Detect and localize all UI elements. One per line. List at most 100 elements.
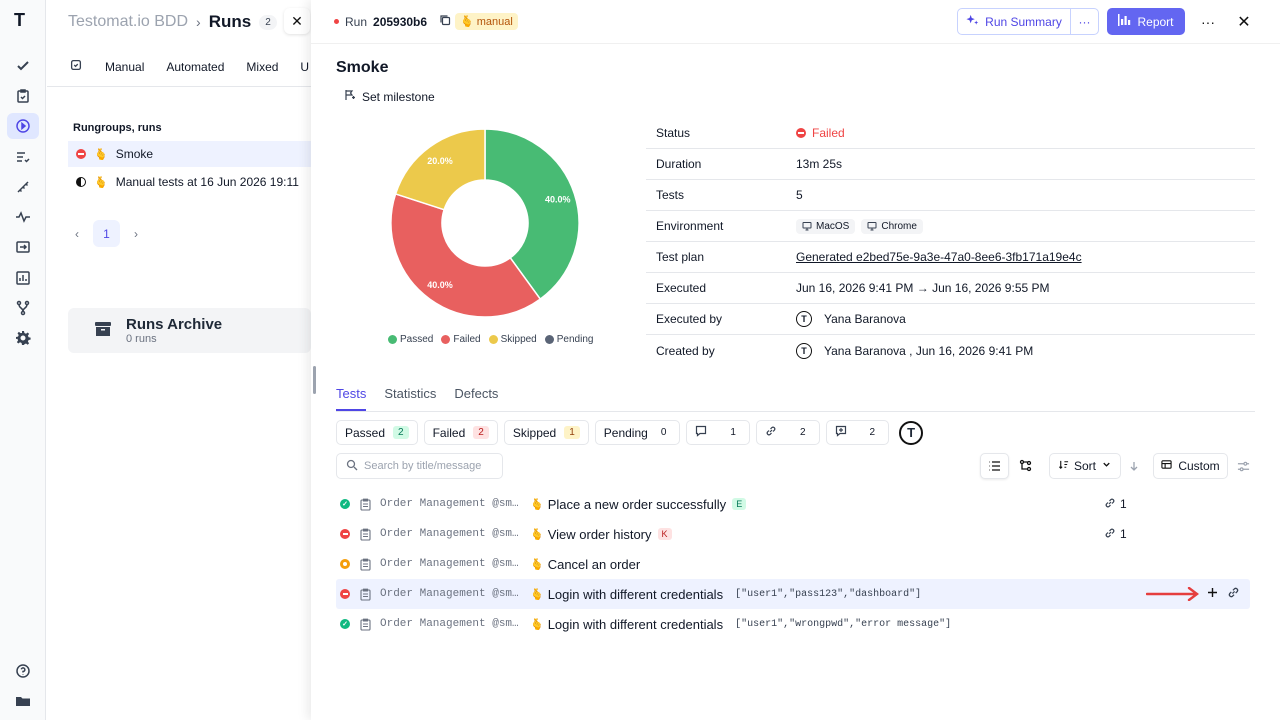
test-row[interactable]: Order Management @sm… 🫰 View order history…	[336, 519, 1250, 549]
user-filter-avatar[interactable]: T	[899, 420, 924, 445]
prev-page-icon[interactable]: ‹	[75, 227, 79, 241]
test-plan-link[interactable]: Generated e2bed75e-9a3e-47a0-8ee6-3fb171…	[796, 250, 1082, 264]
copy-icon[interactable]	[439, 14, 451, 29]
branch-icon[interactable]	[7, 295, 39, 321]
donut-slice-skipped[interactable]	[394, 128, 486, 211]
runs-list-panel: Testomat.io BDD › Runs 2 ✕ Manual Automa…	[47, 0, 311, 720]
legend-item-pending[interactable]: Pending	[544, 334, 593, 345]
legend-item-skipped[interactable]: Skipped	[488, 334, 537, 345]
clipboard-check-icon[interactable]	[7, 83, 39, 109]
breadcrumb-project[interactable]: Testomat.io BDD	[68, 13, 188, 31]
run-summary-label: Run Summary	[985, 14, 1062, 29]
bar-chart-icon[interactable]	[7, 265, 39, 291]
testomat-logo[interactable]: T	[14, 10, 32, 30]
import-icon[interactable]	[7, 234, 39, 260]
test-title[interactable]: Login with different credentials	[548, 587, 723, 602]
test-suite: Order Management @sm…	[380, 588, 519, 600]
filter-unknown[interactable]: U	[300, 60, 309, 74]
chip-pending[interactable]: Pending 0	[594, 420, 681, 445]
manual-sparkle-icon: 🫰	[530, 498, 544, 511]
info-row: Status Failed	[646, 118, 1255, 149]
passed-status-icon	[340, 499, 350, 509]
play-circle-icon[interactable]	[7, 113, 39, 139]
more-options-button[interactable]: ···	[1195, 8, 1221, 35]
sparkles-icon	[966, 14, 979, 30]
check-icon[interactable]	[7, 53, 39, 79]
chip-links[interactable]: 2	[755, 420, 820, 445]
custom-view-button[interactable]: Custom	[1153, 453, 1228, 479]
page-number[interactable]: 1	[93, 220, 120, 247]
link-icon[interactable]	[1227, 586, 1240, 602]
run-name: Smoke	[115, 147, 154, 161]
add-icon[interactable]	[1206, 586, 1219, 602]
filter-mixed[interactable]: Mixed	[246, 60, 278, 74]
filter-automated[interactable]: Automated	[166, 60, 224, 74]
close-icon[interactable]: ✕	[284, 8, 310, 34]
list-check-icon[interactable]	[7, 144, 39, 170]
test-links[interactable]: 1	[1104, 527, 1127, 542]
test-title[interactable]: Login with different credentials	[548, 617, 723, 632]
run-list-item-smoke[interactable]: 🫰 Smoke	[68, 141, 311, 167]
manual-sparkle-icon: 🫰	[94, 148, 108, 161]
runs-archive[interactable]: Runs Archive 0 runs	[68, 308, 311, 353]
chip-failed[interactable]: Failed 2	[423, 420, 498, 445]
test-row[interactable]: Order Management @sm… 🫰 Cancel an order	[336, 549, 1250, 579]
chip-count: 2	[799, 427, 806, 438]
legend-item-passed[interactable]: Passed	[388, 334, 433, 345]
run-summary-more-button[interactable]: ···	[1071, 9, 1098, 34]
tab-statistics[interactable]: Statistics	[384, 382, 436, 411]
info-row: Executed Jun 16, 2026 9:41 PM → Jun 16, 2…	[646, 273, 1255, 304]
tree-view-button[interactable]	[1011, 453, 1040, 479]
chip-count: 2	[393, 426, 409, 439]
filter-manual[interactable]: Manual	[105, 60, 144, 74]
chip-skipped[interactable]: Skipped 1	[503, 420, 589, 445]
gear-icon[interactable]	[7, 325, 39, 351]
folder-icon[interactable]	[7, 688, 39, 714]
manual-badge: 🫰 manual	[455, 13, 518, 30]
executed-by: T Yana Baranova	[796, 311, 906, 327]
test-title[interactable]: Cancel an order	[548, 557, 641, 572]
report-button[interactable]: Report	[1107, 8, 1185, 35]
test-suite: Order Management @sm…	[380, 618, 519, 630]
manual-sparkle-icon: 🫰	[530, 588, 544, 601]
test-row[interactable]: Order Management @sm… 🫰 Login with differe…	[336, 579, 1250, 609]
legend-item-failed[interactable]: Failed	[441, 334, 481, 345]
chip-passed[interactable]: Passed 2	[336, 420, 418, 445]
run-list-item-manual[interactable]: 🫰 Manual tests at 16 Jun 2026 19:11	[68, 169, 311, 195]
ruler-icon[interactable]	[7, 174, 39, 200]
sliders-icon[interactable]	[1232, 453, 1254, 479]
run-info-table: Status Failed Duration 13m 25s Tests 5 Environ…	[646, 118, 1255, 366]
test-row[interactable]: Order Management @sm… 🫰 Place a new order …	[336, 489, 1250, 519]
tab-defects[interactable]: Defects	[454, 382, 498, 411]
help-icon[interactable]	[7, 658, 39, 684]
env-name: Chrome	[881, 220, 917, 232]
filter-icon[interactable]	[69, 58, 83, 75]
search-input[interactable]	[364, 460, 494, 472]
test-title[interactable]: Place a new order successfully	[548, 497, 726, 512]
sort-direction-icon[interactable]	[1123, 453, 1145, 479]
chip-messages[interactable]: 2	[825, 420, 890, 445]
set-milestone-button[interactable]: Set milestone	[344, 89, 435, 104]
milestone-icon	[344, 89, 356, 104]
run-summary-button[interactable]: Run Summary	[958, 9, 1071, 34]
runs-count-badge: 2	[259, 14, 277, 30]
page-title: Runs	[208, 12, 252, 31]
status-text: Failed	[812, 126, 845, 140]
test-links[interactable]: 1	[1104, 497, 1127, 512]
info-row: Environment MacOS Chrome	[646, 211, 1255, 242]
chip-comments[interactable]: 1	[686, 420, 750, 445]
resize-handle[interactable]	[313, 366, 316, 394]
test-title[interactable]: View order history	[548, 527, 652, 542]
next-page-icon[interactable]: ›	[134, 227, 138, 241]
manual-test-icon	[359, 558, 372, 571]
sort-button[interactable]: Sort	[1049, 453, 1121, 479]
list-view-button[interactable]	[980, 453, 1009, 479]
pulse-icon[interactable]	[7, 204, 39, 230]
tab-tests[interactable]: Tests	[336, 382, 367, 411]
chip-label: Skipped	[512, 425, 557, 440]
test-row[interactable]: Order Management @sm… 🫰 Login with differe…	[336, 609, 1250, 639]
chip-label: Passed	[345, 425, 386, 440]
manual-test-icon	[359, 588, 372, 601]
close-panel-button[interactable]: ✕	[1231, 8, 1257, 35]
chip-label: Failed	[432, 425, 466, 440]
